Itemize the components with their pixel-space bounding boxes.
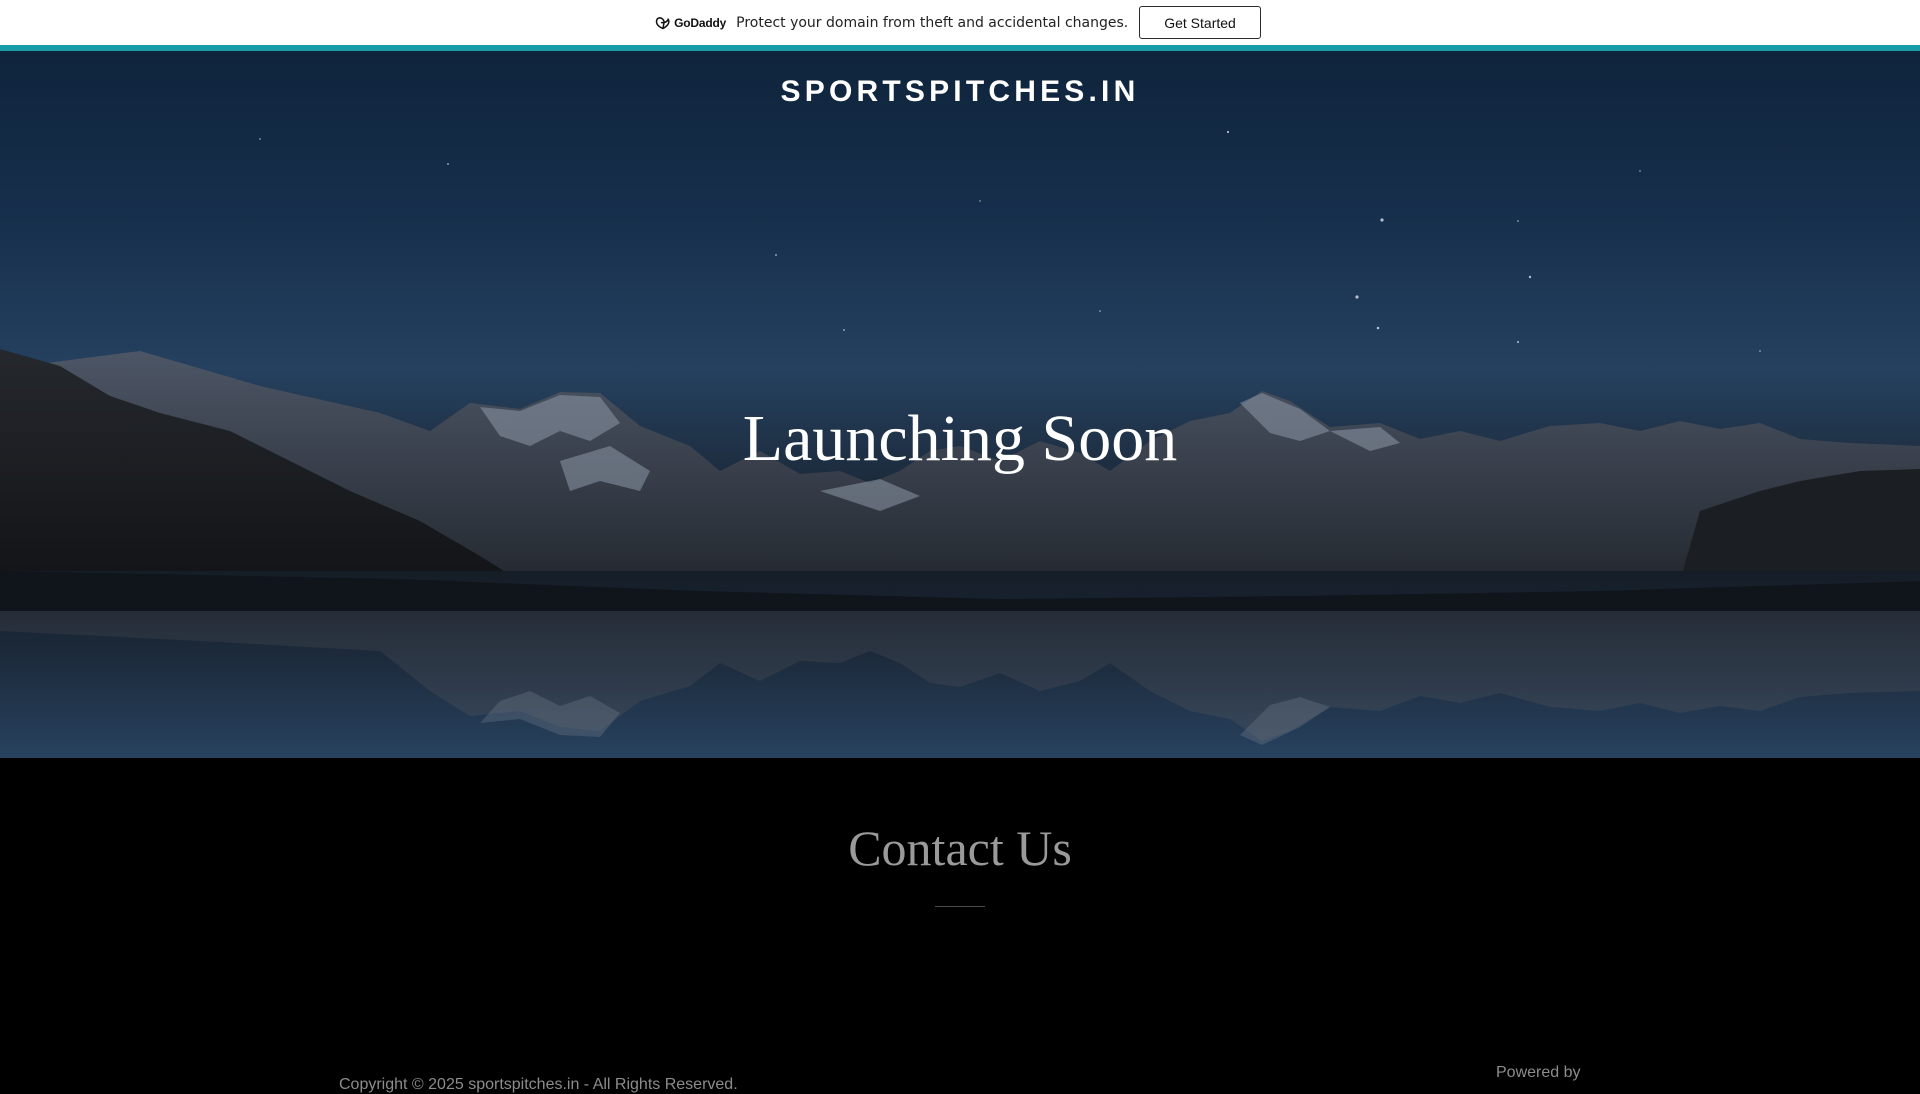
site-title[interactable]: SPORTSPITCHES.IN bbox=[0, 75, 1920, 109]
get-started-button[interactable]: Get Started bbox=[1139, 6, 1261, 39]
promo-bar: GoDaddy Protect your domain from theft a… bbox=[0, 0, 1920, 51]
copyright-text: Copyright © 2025 sportspitches.in - All … bbox=[339, 1076, 738, 1093]
godaddy-logo-text: GoDaddy bbox=[674, 15, 727, 30]
hero-section: SPORTSPITCHES.IN Launching Soon bbox=[0, 51, 1920, 758]
section-divider bbox=[935, 906, 985, 907]
hero-heading: Launching Soon bbox=[742, 402, 1178, 475]
powered-by-text: Powered by bbox=[1496, 1064, 1581, 1081]
godaddy-icon bbox=[655, 16, 670, 29]
godaddy-logo: GoDaddy bbox=[655, 16, 726, 30]
promo-content: GoDaddy Protect your domain from theft a… bbox=[655, 6, 1261, 39]
contact-section: Contact Us Powered by Copyright © 2025 s… bbox=[0, 758, 1920, 1093]
promo-message: Protect your domain from theft and accid… bbox=[736, 14, 1129, 31]
stars bbox=[259, 130, 1761, 352]
contact-heading: Contact Us bbox=[848, 820, 1072, 876]
